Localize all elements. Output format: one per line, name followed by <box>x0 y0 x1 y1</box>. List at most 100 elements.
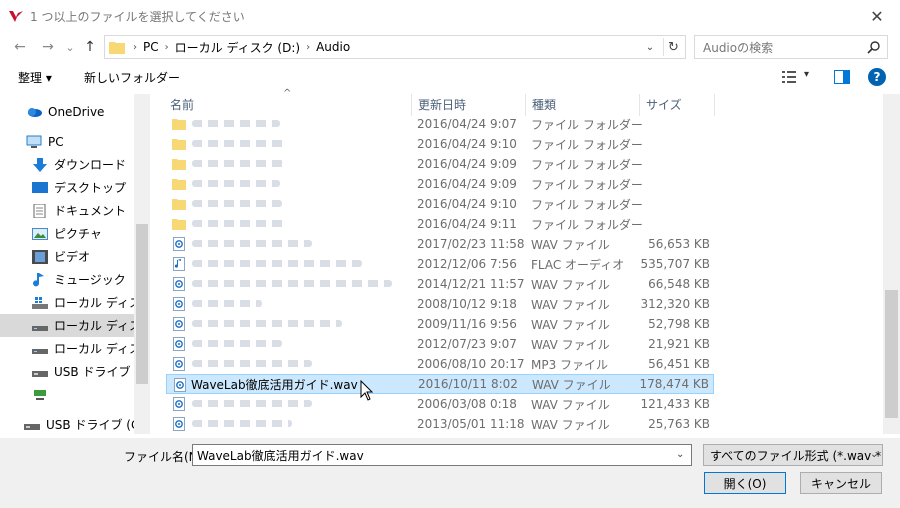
cancel-button[interactable]: キャンセル <box>800 472 882 494</box>
address-bar[interactable]: › PC › ローカル ディスク (D:) › Audio ⌄ ↻ <box>104 35 686 59</box>
file-row[interactable]: 2006/03/08 0:18 WAV ファイル 121,433 KB <box>166 394 714 414</box>
organize-button[interactable]: 整理 ▾ <box>18 69 52 86</box>
up-folder-icon[interactable]: ↑ <box>80 37 100 57</box>
column-divider[interactable] <box>639 94 640 116</box>
drive-icon <box>32 325 48 331</box>
sidebar-item-documents[interactable]: ドキュメント <box>0 199 140 222</box>
sidebar-item-videos[interactable]: ビデオ <box>0 245 140 268</box>
file-type-filter-select[interactable]: すべてのファイル形式 (*.wav *.aif * <box>703 444 883 466</box>
file-modified-date: 2009/11/16 9:56 <box>417 317 517 331</box>
open-button[interactable]: 開く(O) <box>704 472 786 494</box>
sidebar-item-onedrive[interactable]: OneDrive <box>0 100 140 123</box>
sidebar-item-local-disk-f[interactable]: ローカル ディスク (F <box>0 337 140 360</box>
sidebar-item-local-disk-c[interactable]: ローカル ディスク (C <box>0 291 140 314</box>
audio-file-icon <box>173 337 185 351</box>
file-row[interactable]: 2016/04/24 9:09 ファイル フォルダー <box>166 174 714 194</box>
sidebar-item-local-disk-d[interactable]: ローカル ディスク (D <box>0 314 140 337</box>
file-row[interactable]: 2014/12/21 11:57 WAV ファイル 66,548 KB <box>166 274 714 294</box>
blurred-file-name <box>192 200 282 207</box>
navigation-scrollbar-thumb[interactable] <box>136 224 148 384</box>
file-modified-date: 2016/04/24 9:10 <box>417 137 517 151</box>
column-header-type[interactable]: 種類 <box>532 96 556 116</box>
folder-icon <box>172 219 186 230</box>
forward-icon[interactable]: → <box>38 37 58 57</box>
audio-file-icon <box>174 378 186 392</box>
audio-file-icon <box>173 277 185 291</box>
file-row[interactable]: 2009/11/16 9:56 WAV ファイル 52,798 KB <box>166 314 714 334</box>
file-type: WAV ファイル <box>531 277 610 292</box>
column-divider[interactable] <box>714 94 715 116</box>
music-icon <box>33 272 44 286</box>
file-type-dropdown-icon[interactable]: ⌄ <box>870 449 878 460</box>
filename-input[interactable]: WaveLab徹底活用ガイド.wav <box>192 444 692 466</box>
view-options-icon[interactable] <box>782 71 798 83</box>
file-row[interactable]: 2016/04/24 9:07 ファイル フォルダー <box>166 114 714 134</box>
sidebar-item-network[interactable] <box>0 383 140 406</box>
new-folder-button[interactable]: 新しいフォルダー <box>84 69 180 86</box>
address-dropdown-icon[interactable]: ⌄ <box>641 38 659 56</box>
document-icon <box>33 203 46 218</box>
file-size: 56,451 KB <box>648 357 710 371</box>
column-divider[interactable] <box>411 94 412 116</box>
breadcrumb-separator-icon: › <box>164 41 169 53</box>
filename-value: WaveLab徹底活用ガイド.wav <box>197 448 364 463</box>
sidebar-item-pictures[interactable]: ピクチャ <box>0 222 140 245</box>
file-row[interactable]: 2012/12/06 7:56 FLAC オーディオ 535,707 KB <box>166 254 714 274</box>
file-row[interactable]: 2016/04/24 9:10 ファイル フォルダー <box>166 194 714 214</box>
breadcrumb-pc[interactable]: PC <box>143 40 159 54</box>
blurred-file-name <box>192 120 280 127</box>
file-row[interactable]: 2016/04/24 9:09 ファイル フォルダー <box>166 154 714 174</box>
file-list-scrollbar-thumb[interactable] <box>885 290 898 418</box>
sidebar-item-downloads[interactable]: ダウンロード <box>0 153 140 176</box>
file-row[interactable]: 2006/08/10 20:17 MP3 ファイル 56,451 KB <box>166 354 714 374</box>
breadcrumb-audio[interactable]: Audio <box>316 40 350 54</box>
file-size: 178,474 KB <box>639 377 709 391</box>
search-input[interactable]: Audioの検索 <box>694 35 888 59</box>
file-modified-date: 2008/10/12 9:18 <box>417 297 517 311</box>
usb-drive-icon <box>24 423 40 430</box>
file-row[interactable]: 2013/05/01 11:18 WAV ファイル 25,763 KB <box>166 414 714 434</box>
file-modified-date: 2012/12/06 7:56 <box>417 257 517 271</box>
file-type: FLAC オーディオ <box>531 257 625 272</box>
sidebar-item-usb-drive-root[interactable]: USB ドライブ (G:) <box>0 413 140 436</box>
blurred-file-name <box>192 240 312 247</box>
refresh-icon[interactable]: ↻ <box>663 38 683 56</box>
sidebar-item-music[interactable]: ミュージック <box>0 268 140 291</box>
column-divider[interactable] <box>525 94 526 116</box>
file-type: ファイル フォルダー <box>531 177 643 192</box>
close-button[interactable]: ✕ <box>854 0 900 32</box>
file-modified-date: 2006/03/08 0:18 <box>417 397 517 411</box>
recent-locations-icon[interactable]: ⌄ <box>60 37 80 57</box>
search-icon[interactable] <box>867 40 881 54</box>
file-row[interactable]: WaveLab徹底活用ガイド.wav 2016/10/11 8:02 WAV ファイ… <box>166 374 714 394</box>
file-size: 25,763 KB <box>648 417 710 431</box>
file-row[interactable]: 2016/04/24 9:10 ファイル フォルダー <box>166 134 714 154</box>
file-row[interactable]: 2017/02/23 11:58 WAV ファイル 56,653 KB <box>166 234 714 254</box>
audio-file-icon <box>173 297 185 311</box>
sidebar-item-desktop[interactable]: デスクトップ <box>0 176 140 199</box>
file-size: 21,921 KB <box>648 337 710 351</box>
blurred-file-name <box>192 340 282 347</box>
column-header-modified[interactable]: 更新日時 <box>418 96 466 116</box>
sidebar-item-pc[interactable]: PC <box>0 130 140 153</box>
back-icon[interactable]: ← <box>10 37 30 57</box>
view-dropdown-icon[interactable]: ▾ <box>804 69 809 80</box>
file-type: WAV ファイル <box>531 317 610 332</box>
file-type: WAV ファイル <box>531 297 610 312</box>
audio-note-icon <box>173 257 185 271</box>
audio-file-icon <box>173 397 185 411</box>
drive-icon <box>32 348 48 354</box>
audio-file-icon <box>173 357 185 371</box>
preview-pane-icon[interactable] <box>834 70 850 84</box>
sidebar-item-usb-drive[interactable]: USB ドライブ (G:) <box>0 360 140 383</box>
file-row[interactable]: 2008/10/12 9:18 WAV ファイル 312,320 KB <box>166 294 714 314</box>
filename-dropdown-icon[interactable]: ⌄ <box>676 449 684 460</box>
column-header-size[interactable]: サイズ <box>646 96 682 116</box>
column-header-name[interactable]: 名前 <box>170 96 194 116</box>
help-icon[interactable]: ? <box>868 68 886 86</box>
blurred-file-name <box>192 160 284 167</box>
file-row[interactable]: 2012/07/23 9:07 WAV ファイル 21,921 KB <box>166 334 714 354</box>
file-row[interactable]: 2016/04/24 9:11 ファイル フォルダー <box>166 214 714 234</box>
breadcrumb-disk-d[interactable]: ローカル ディスク (D:) <box>175 39 300 56</box>
file-modified-date: 2006/08/10 20:17 <box>417 357 525 371</box>
